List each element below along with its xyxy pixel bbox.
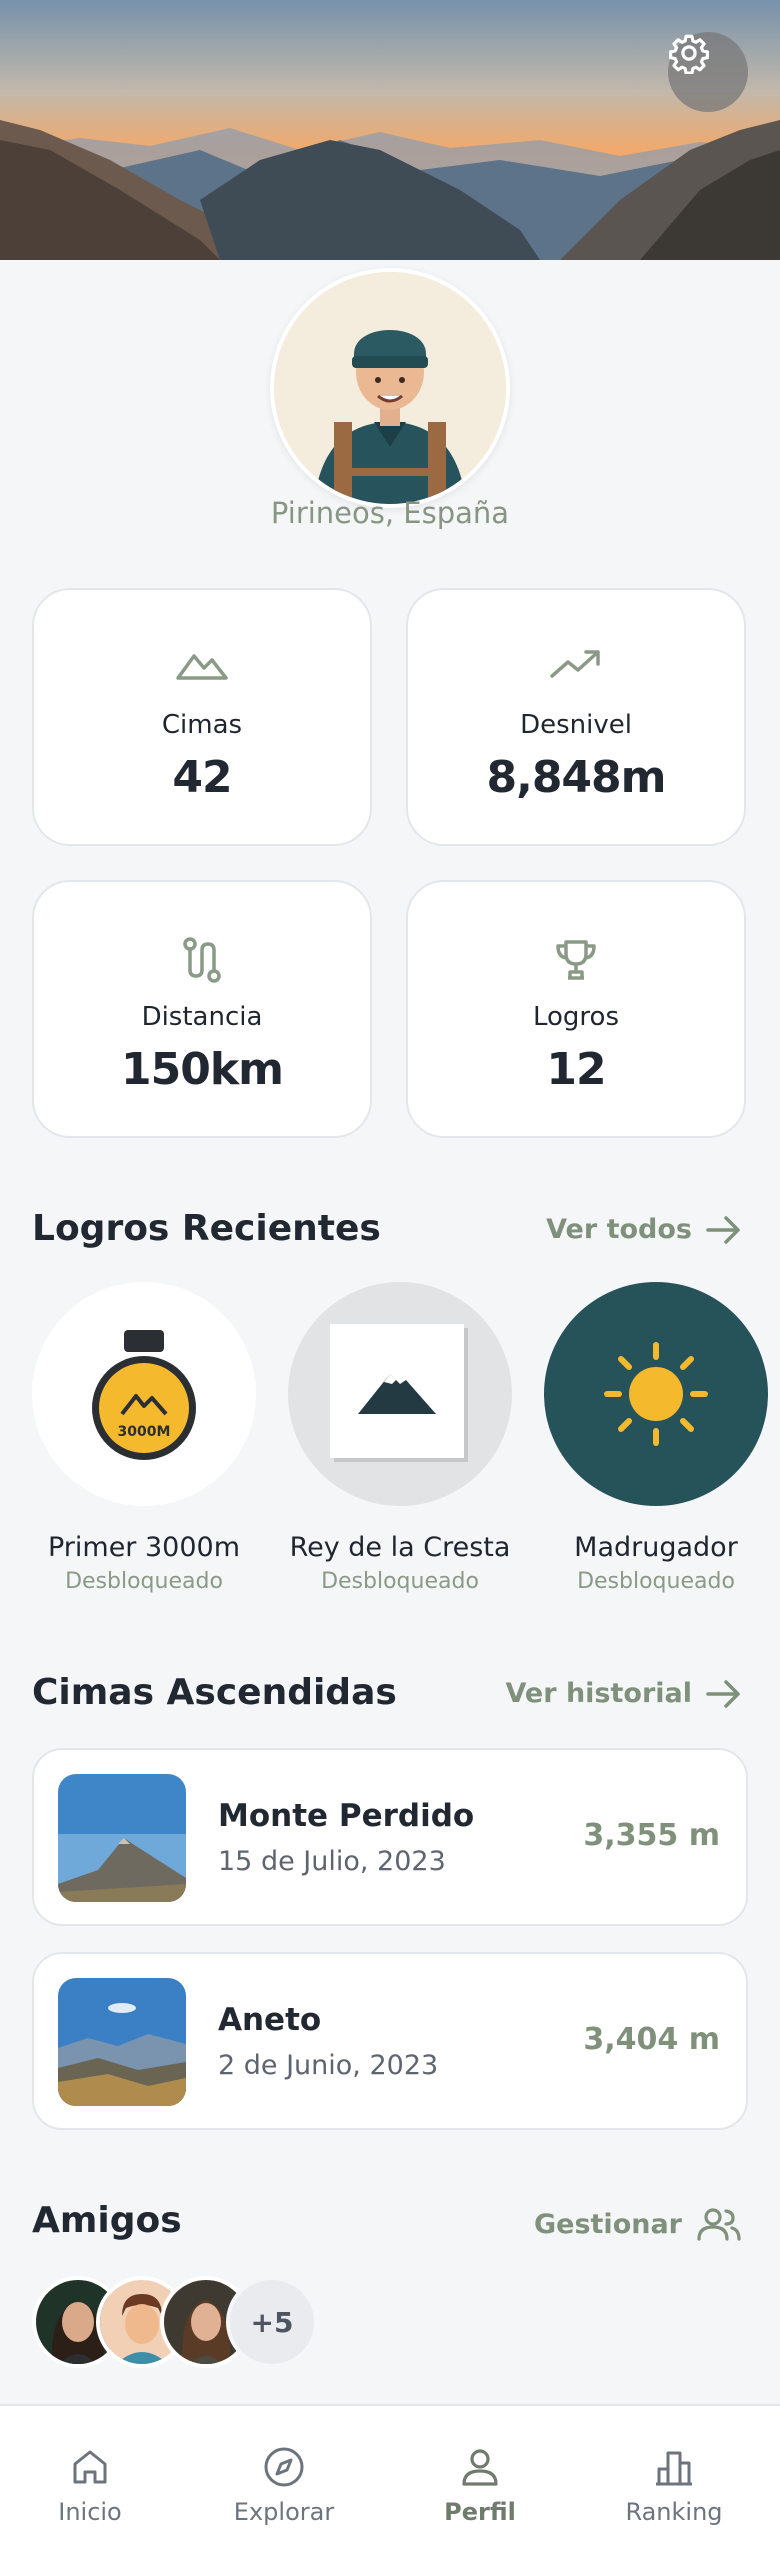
achievement-name: Primer 3000m xyxy=(47,1532,241,1563)
nav-item-ranking[interactable]: Ranking xyxy=(594,2444,754,2526)
stat-value: 150km xyxy=(121,1044,284,1095)
medal-text: 3000M xyxy=(118,1424,171,1440)
medal-badge: 3000M xyxy=(32,1282,256,1506)
achievement-item[interactable]: Madrugador Desbloqueado xyxy=(544,1282,768,1594)
mountain-icon xyxy=(34,644,370,692)
nav-label: Ranking xyxy=(625,2498,723,2526)
compass-icon xyxy=(204,2444,364,2490)
summit-row[interactable]: Aneto 2 de Junio, 2023 3,404 m xyxy=(32,1952,748,2130)
bottom-navigation: Inicio Explorar Perfil Ranking xyxy=(0,2404,780,2564)
see-all-achievements-link[interactable]: Ver todos xyxy=(546,1214,742,1245)
arrow-right-icon xyxy=(706,1215,740,1244)
friends-title: Amigos xyxy=(32,2200,182,2241)
hero-banner xyxy=(0,0,780,260)
bar-chart-icon xyxy=(594,2444,754,2490)
nav-item-inicio[interactable]: Inicio xyxy=(10,2444,170,2526)
summit-name: Monte Perdido xyxy=(218,1798,475,1834)
profile-avatar[interactable] xyxy=(270,268,510,508)
sun-icon xyxy=(604,1342,708,1446)
gear-icon xyxy=(669,34,709,74)
medal-icon: 3000M xyxy=(92,1330,196,1460)
users-icon xyxy=(697,2208,741,2241)
avatar-illustration xyxy=(274,272,506,504)
nav-item-perfil[interactable]: Perfil xyxy=(400,2444,560,2526)
summit-thumbnail xyxy=(58,1774,186,1902)
more-friends-badge[interactable]: +5 xyxy=(226,2276,318,2368)
link-label: Ver todos xyxy=(546,1214,692,1245)
link-label: Ver historial xyxy=(505,1678,693,1709)
stat-label: Logros xyxy=(532,1002,619,1032)
stat-value: 12 xyxy=(546,1044,606,1095)
home-icon xyxy=(10,2444,170,2490)
achievements-title: Logros Recientes xyxy=(32,1208,381,1249)
achievement-status: Desbloqueado xyxy=(577,1569,735,1594)
stat-label: Distancia xyxy=(141,1002,263,1032)
summits-title: Cimas Ascendidas xyxy=(32,1672,397,1713)
summit-date: 15 de Julio, 2023 xyxy=(218,1846,446,1877)
stat-card-desnivel: Desnivel 8,848m xyxy=(406,588,746,846)
link-label: Gestionar xyxy=(533,2208,682,2240)
trophy-icon xyxy=(408,936,744,984)
summit-badge xyxy=(288,1282,512,1506)
route-icon xyxy=(34,936,370,984)
nav-label: Inicio xyxy=(58,2498,122,2526)
history-link[interactable]: Ver historial xyxy=(506,1678,743,1709)
profile-location: Pirineos, España xyxy=(270,496,510,530)
summit-row[interactable]: Monte Perdido 15 de Julio, 2023 3,355 m xyxy=(32,1748,748,1926)
achievement-status: Desbloqueado xyxy=(321,1569,479,1594)
stat-label: Desnivel xyxy=(520,710,632,740)
achievement-item[interactable]: 3000M Primer 3000m Desbloqueado xyxy=(32,1282,256,1594)
summit-name: Aneto xyxy=(218,2002,322,2038)
trending-up-icon xyxy=(408,644,744,692)
summit-date: 2 de Junio, 2023 xyxy=(218,2050,439,2081)
stat-card-cimas: Cimas 42 xyxy=(32,588,372,846)
nav-label: Perfil xyxy=(444,2498,516,2526)
sun-badge xyxy=(544,1282,768,1506)
summit-altitude: 3,404 m xyxy=(583,2022,720,2057)
summit-card-icon xyxy=(330,1324,468,1462)
nav-label: Explorar xyxy=(233,2498,335,2526)
arrow-right-icon xyxy=(706,1679,740,1708)
stat-label: Cimas xyxy=(161,710,243,740)
stat-value: 42 xyxy=(172,752,232,803)
stat-value: 8,848m xyxy=(486,752,666,803)
achievement-status: Desbloqueado xyxy=(65,1569,223,1594)
achievement-item[interactable]: Rey de la Cresta Desbloqueado xyxy=(288,1282,512,1594)
summit-thumbnail xyxy=(58,1978,186,2106)
stat-card-distancia: Distancia 150km xyxy=(32,880,372,1138)
summit-altitude: 3,355 m xyxy=(583,1818,720,1853)
stat-card-logros: Logros 12 xyxy=(406,880,746,1138)
manage-friends-link[interactable]: Gestionar xyxy=(534,2206,742,2242)
achievement-name: Rey de la Cresta xyxy=(289,1532,511,1563)
achievement-name: Madrugador xyxy=(574,1532,738,1563)
user-icon xyxy=(400,2444,560,2490)
nav-item-explorar[interactable]: Explorar xyxy=(204,2444,364,2526)
settings-button[interactable] xyxy=(668,32,748,112)
mountain-landscape-image xyxy=(0,0,780,260)
